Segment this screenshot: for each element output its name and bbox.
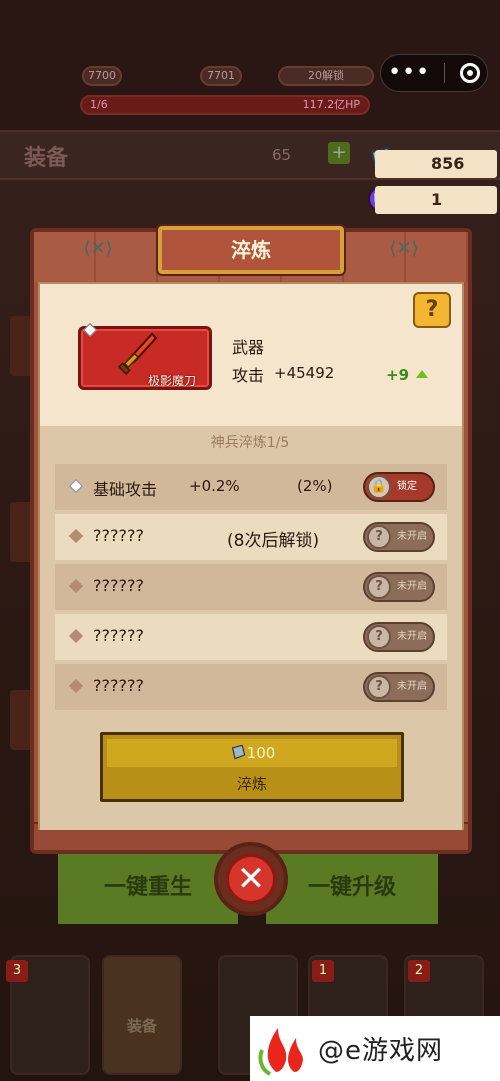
not-open-label: 未开启	[397, 531, 427, 542]
hp-value: 117.2亿HP	[302, 98, 360, 111]
close-button[interactable]: ✕	[214, 842, 288, 916]
bottom-tab-equipment[interactable]: 装备	[102, 955, 182, 1075]
row-diamond-icon	[68, 628, 84, 644]
lock-button[interactable]: 🔒 锁定	[363, 472, 435, 502]
bottom-tab-equipment-label: 装备	[126, 1017, 157, 1035]
row-attribute-chance: (2%)	[297, 477, 333, 495]
hp-bar: 1/6 117.2亿HP	[80, 95, 370, 115]
row-diamond-icon	[68, 578, 84, 594]
temper-cost-value: 100	[246, 744, 276, 762]
hp-stage: 1/6	[90, 98, 108, 111]
not-open-label: 未开启	[397, 681, 427, 692]
row-diamond-icon	[68, 528, 84, 544]
crystal-count: 856	[375, 150, 497, 178]
temper-progress-label: 神兵淬炼1/5	[210, 435, 290, 451]
not-open-label: 未开启	[397, 631, 427, 642]
orb-count: 1	[375, 186, 497, 214]
mini-program-capsule: •••	[380, 54, 488, 92]
question-icon: ?	[367, 575, 391, 599]
question-icon: ?	[367, 525, 391, 549]
tab-badge-1: 3	[6, 960, 28, 982]
title-right-ornament-icon: ⟨✕⟩	[389, 238, 419, 259]
level-up-icon	[416, 370, 428, 378]
row-diamond-icon	[68, 678, 84, 694]
close-icon: ✕	[226, 854, 276, 904]
question-icon: ?	[367, 675, 391, 699]
crystal-icon	[231, 744, 245, 760]
unlock-pill: 20解锁	[278, 66, 374, 86]
equipment-title: 装备	[24, 146, 69, 171]
row-attribute-name: ??????	[93, 526, 144, 545]
not-open-label: 未开启	[397, 581, 427, 592]
row-attribute-name: 基础攻击	[93, 480, 158, 499]
item-type: 武器	[232, 338, 265, 357]
flame-logo-icon	[258, 1028, 303, 1076]
stat-pill-2: 7701	[200, 66, 242, 86]
lock-icon: 🔒	[367, 475, 391, 499]
tab-badge-5: 2	[408, 960, 430, 982]
item-name: 极影魔刀	[148, 374, 197, 388]
add-equipment-icon[interactable]: +	[328, 142, 350, 164]
row-unlock-hint: (8次后解锁)	[227, 531, 320, 551]
one-key-upgrade-button[interactable]: 一键升级	[266, 852, 438, 924]
row-diamond-icon	[68, 478, 84, 494]
more-icon[interactable]: •••	[388, 62, 430, 84]
temper-row: ?????? ? 未开启	[55, 614, 447, 660]
equipment-count: 65	[272, 146, 292, 164]
stat-pill-1: 7700	[82, 66, 122, 86]
temper-button-label: 淬炼	[236, 775, 267, 793]
question-icon: ?	[367, 625, 391, 649]
row-attribute-name: ??????	[93, 576, 144, 595]
capsule-divider	[444, 63, 446, 83]
temper-row: ?????? (8次后解锁) ? 未开启	[55, 514, 447, 560]
not-open-button[interactable]: ? 未开启	[363, 672, 435, 702]
stat-label: 攻击	[232, 366, 265, 385]
title-left-ornament-icon: ⟨✕⟩	[83, 238, 113, 259]
one-key-rebirth-button[interactable]: 一键重生	[58, 852, 238, 924]
tab-badge-4: 1	[312, 960, 334, 982]
stat-value: +45492	[274, 364, 335, 382]
not-open-button[interactable]: ? 未开启	[363, 622, 435, 652]
temper-row: 基础攻击 +0.2% (2%) 🔒 锁定	[55, 464, 447, 510]
temper-cost: 100	[103, 743, 401, 762]
row-attribute-name: ??????	[93, 626, 144, 645]
temper-row: ?????? ? 未开启	[55, 664, 447, 710]
row-attribute-name: ??????	[93, 676, 144, 695]
item-level: +9	[386, 366, 410, 384]
help-button[interactable]: ?	[413, 292, 451, 328]
temper-row: ?????? ? 未开启	[55, 564, 447, 610]
row-attribute-value: +0.2%	[189, 477, 240, 495]
modal-title: 淬炼	[158, 226, 344, 274]
not-open-button[interactable]: ? 未开启	[363, 572, 435, 602]
lock-button-label: 锁定	[397, 481, 417, 492]
close-miniprogram-icon[interactable]	[459, 63, 480, 83]
watermark-text: @e游戏网	[318, 1036, 443, 1066]
temper-button[interactable]: 100 淬炼	[100, 732, 404, 802]
not-open-button[interactable]: ? 未开启	[363, 522, 435, 552]
